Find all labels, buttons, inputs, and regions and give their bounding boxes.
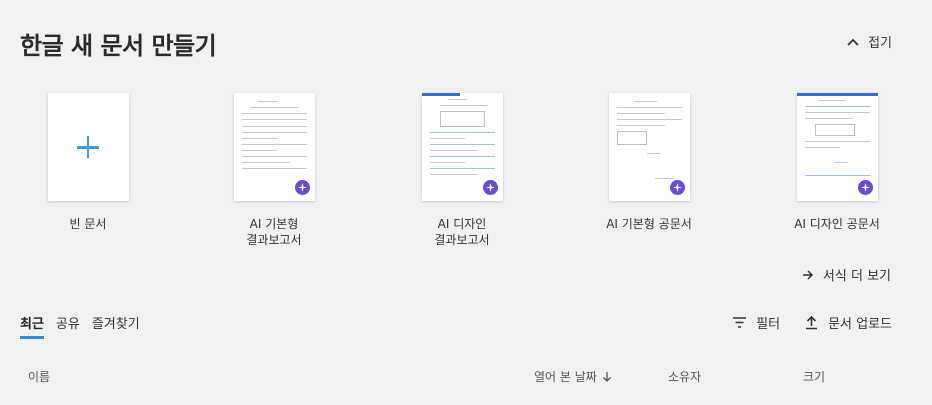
arrow-right-icon	[802, 269, 813, 280]
template-ai-design-official[interactable]: AI 디자인 공문서	[777, 93, 897, 232]
column-owner[interactable]: 소유자	[668, 368, 701, 385]
column-label: 열어 본 날짜	[534, 370, 597, 384]
template-label: AI 디자인 공문서	[794, 217, 880, 231]
document-preview	[616, 101, 682, 184]
column-size[interactable]: 크기	[803, 368, 825, 385]
template-thumbnail	[233, 93, 315, 201]
page-title: 한글 새 문서 만들기	[20, 32, 217, 60]
column-label: 소유자	[668, 370, 702, 384]
document-preview	[804, 100, 870, 181]
more-templates-label: 서식 더 보기	[822, 269, 891, 284]
template-label: AI 기본형 결과보고서	[246, 217, 302, 247]
upload-icon	[806, 315, 818, 330]
collapse-button[interactable]: 접기	[846, 32, 892, 51]
template-ai-basic-official[interactable]: AI 기본형 공문서	[589, 93, 709, 232]
upload-label: 문서 업로드	[828, 317, 892, 332]
column-label: 크기	[803, 370, 826, 384]
ai-sparkle-icon	[482, 180, 498, 195]
chevron-up-icon	[847, 38, 859, 46]
column-label: 이름	[28, 370, 51, 384]
ai-sparkle-icon	[857, 180, 873, 195]
document-tabs: 최근 공유 즐겨찾기	[20, 313, 140, 339]
template-thumbnail	[796, 93, 878, 201]
document-preview	[429, 99, 495, 180]
document-preview	[241, 101, 307, 174]
template-thumbnail	[608, 93, 690, 201]
toolbar: 필터 문서 업로드	[732, 313, 892, 332]
tab-favorites[interactable]: 즐겨찾기	[92, 313, 140, 337]
ai-sparkle-icon	[669, 180, 685, 195]
more-templates-link[interactable]: 서식 더 보기	[802, 265, 891, 284]
collapse-label: 접기	[868, 36, 892, 51]
arrow-down-icon	[602, 372, 611, 382]
filter-icon	[733, 317, 747, 328]
ai-sparkle-icon	[294, 180, 310, 195]
filter-button[interactable]: 필터	[732, 313, 780, 332]
template-blank[interactable]: 빈 문서	[28, 93, 148, 232]
template-ai-design-report[interactable]: AI 디자인 결과보고서	[402, 93, 522, 248]
template-thumbnail	[47, 93, 129, 201]
template-label: AI 디자인 결과보고서	[434, 217, 490, 247]
template-label: AI 기본형 공문서	[606, 217, 692, 231]
template-list: 빈 문서 AI 기본형 결과보고서 AI 디자인 결과보고서 AI 기본형 공문…	[0, 93, 932, 253]
tab-recent[interactable]: 최근	[20, 313, 44, 339]
column-name[interactable]: 이름	[28, 368, 50, 385]
template-thumbnail	[421, 93, 503, 201]
template-ai-basic-report[interactable]: AI 기본형 결과보고서	[214, 93, 334, 248]
plus-icon	[76, 136, 99, 158]
filter-label: 필터	[756, 317, 781, 332]
column-opened-date[interactable]: 열어 본 날짜	[534, 368, 612, 385]
template-label: 빈 문서	[69, 217, 107, 231]
upload-button[interactable]: 문서 업로드	[804, 313, 892, 332]
tab-shared[interactable]: 공유	[56, 313, 80, 337]
